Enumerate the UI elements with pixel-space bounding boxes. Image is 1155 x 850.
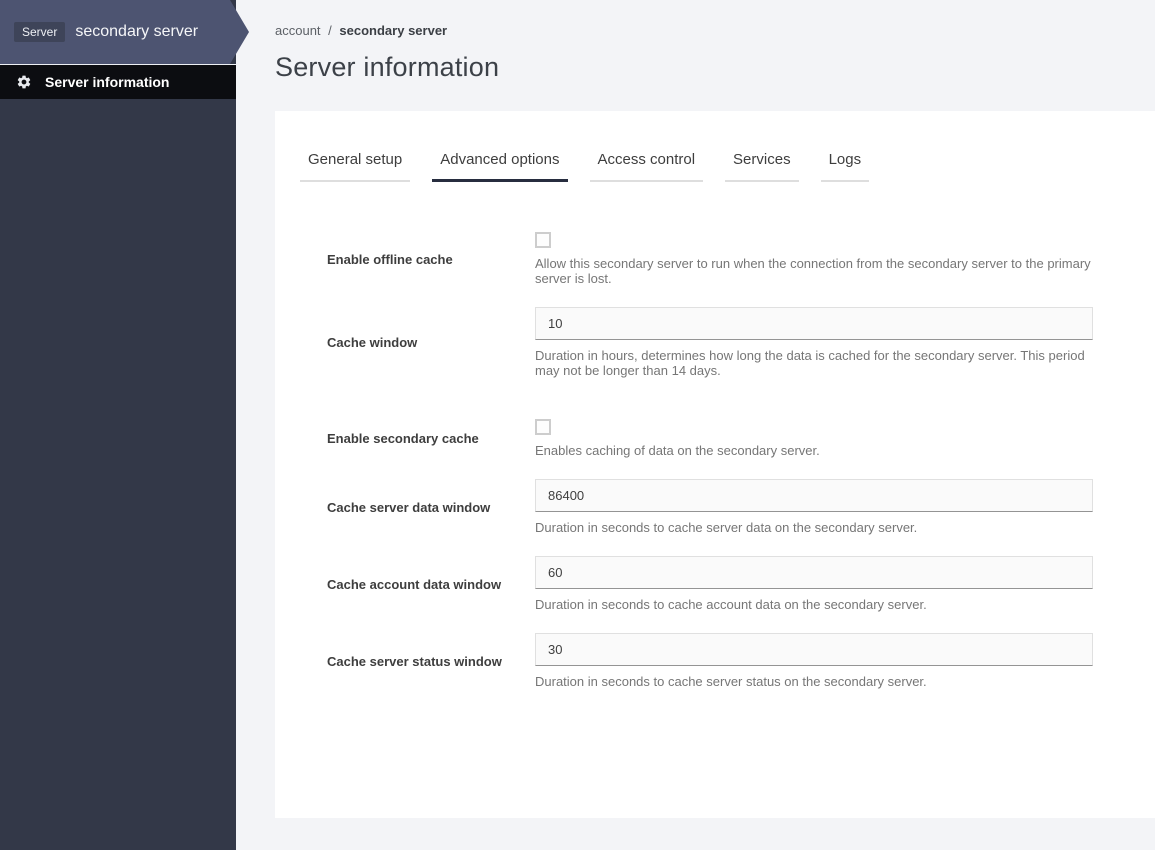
tab-bar: General setup Advanced options Access co…	[300, 151, 1093, 182]
field-label: Cache server data window	[327, 499, 491, 515]
settings-form: Enable offline cache Allow this secondar…	[300, 232, 1093, 689]
breadcrumb-separator: /	[328, 23, 332, 38]
tab-access-control[interactable]: Access control	[589, 151, 704, 182]
field-help-text: Duration in seconds to cache account dat…	[535, 597, 927, 612]
form-field-row: Cache window Duration in hours, determin…	[327, 307, 1093, 378]
field-help-text: Allow this secondary server to run when …	[535, 256, 1091, 286]
field-label: Enable secondary cache	[327, 431, 479, 446]
enable-secondary-cache-checkbox[interactable]	[535, 419, 551, 435]
sidebar-item-label: Server information	[45, 74, 170, 90]
tab-logs[interactable]: Logs	[820, 151, 870, 182]
field-label: Cache server status window	[327, 653, 502, 669]
main-content: account / secondary server Server inform…	[236, 0, 1155, 850]
enable-offline-cache-checkbox[interactable]	[535, 232, 551, 248]
tab-general-setup[interactable]: General setup	[300, 151, 411, 182]
field-help-text: Duration in seconds to cache server stat…	[535, 674, 927, 689]
field-help-text: Duration in seconds to cache server data…	[535, 520, 918, 535]
content-card: General setup Advanced options Access co…	[275, 111, 1155, 818]
form-field-row: Enable offline cache Allow this secondar…	[327, 232, 1093, 286]
field-control: Duration in seconds to cache server data…	[535, 479, 1093, 535]
field-control: Enables caching of data on the secondary…	[535, 419, 1093, 458]
sidebar-item-server-information[interactable]: Server information	[0, 64, 236, 99]
cache-server-data-window-input[interactable]	[535, 479, 1093, 512]
field-help-text: Enables caching of data on the secondary…	[535, 443, 820, 458]
field-label: Cache account data window	[327, 576, 502, 592]
sidebar: Server secondary server Server informati…	[0, 0, 249, 850]
tab-label: Services	[733, 151, 791, 168]
cache-account-data-window-input[interactable]	[535, 556, 1093, 589]
field-label: Cache window	[327, 335, 418, 350]
field-control: Duration in seconds to cache account dat…	[535, 556, 1093, 612]
field-control: Allow this secondary server to run when …	[535, 232, 1093, 286]
cache-server-status-window-input[interactable]	[535, 633, 1093, 666]
field-control: Duration in hours, determines how long t…	[535, 307, 1093, 378]
breadcrumb-current: secondary server	[339, 23, 448, 38]
form-field-row: Cache server data window Duration in sec…	[327, 479, 1093, 535]
server-type-badge: Server	[14, 22, 66, 42]
field-label: Enable offline cache	[327, 251, 453, 267]
tab-advanced-options[interactable]: Advanced options	[432, 151, 568, 182]
breadcrumb-account-link[interactable]: account	[275, 23, 321, 38]
tab-label: Logs	[828, 151, 862, 168]
tab-label: Advanced options	[440, 151, 560, 168]
form-field-row: Cache account data window Duration in se…	[327, 556, 1093, 612]
gear-icon	[16, 74, 32, 90]
breadcrumb: account / secondary server	[275, 23, 1155, 38]
page-title: Server information	[275, 52, 500, 82]
tab-label: General setup	[308, 151, 403, 168]
server-name: secondary server	[75, 23, 199, 40]
app-root: Server secondary server Server informati…	[0, 0, 1155, 850]
form-field-row: Cache server status window Duration in s…	[327, 633, 1093, 689]
tab-label: Access control	[597, 151, 696, 168]
form-field-row: Enable secondary cache Enables caching o…	[327, 419, 1093, 458]
sidebar-header: Server secondary server	[0, 0, 249, 64]
cache-window-input[interactable]	[535, 307, 1093, 340]
tab-services[interactable]: Services	[725, 151, 799, 182]
field-control: Duration in seconds to cache server stat…	[535, 633, 1093, 689]
field-help-text: Duration in hours, determines how long t…	[535, 348, 1085, 378]
